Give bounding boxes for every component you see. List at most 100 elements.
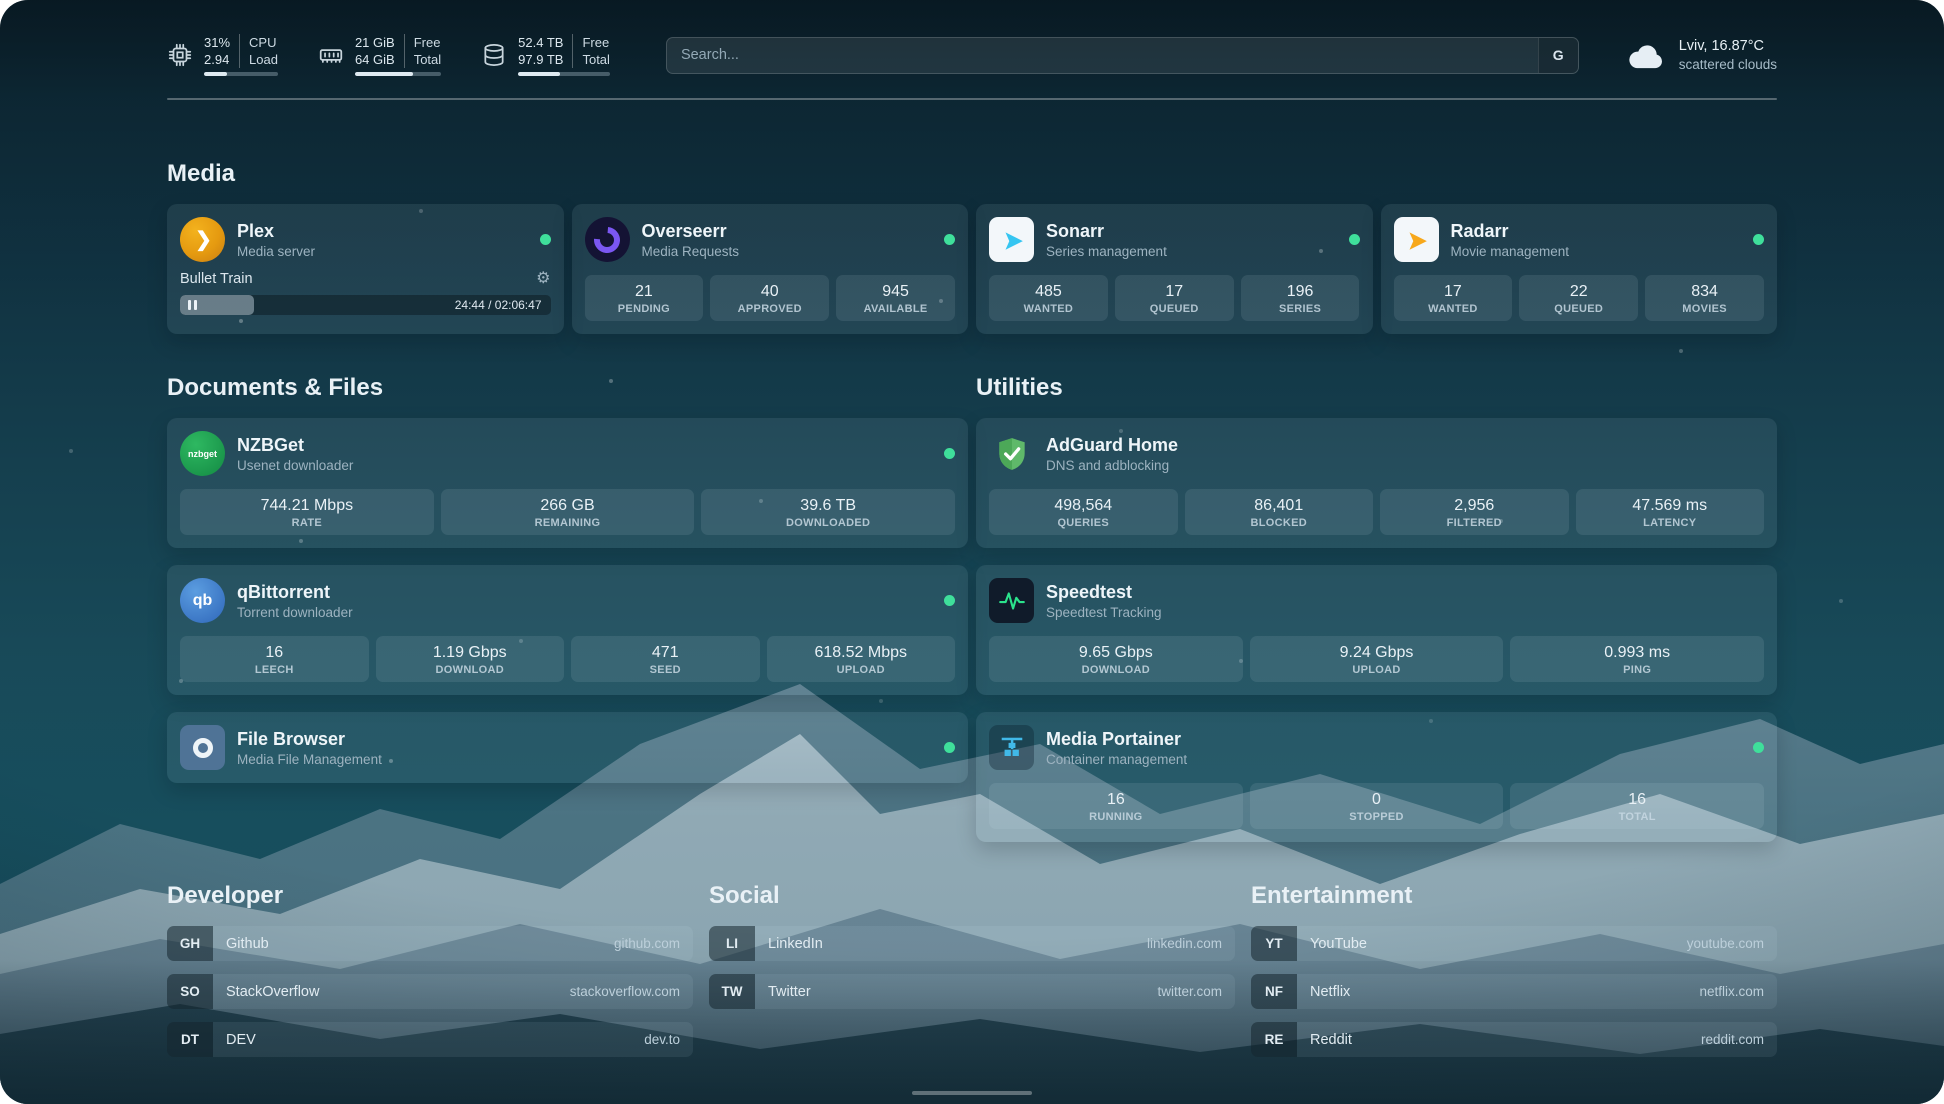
stat-block: 16TOTAL: [1510, 783, 1764, 829]
bookmark-name: Netflix: [1297, 974, 1350, 1009]
header-divider: [167, 98, 1777, 100]
service-name: Media Portainer: [1046, 728, 1187, 750]
service-card-filebrowser[interactable]: File Browser Media File Management: [167, 712, 968, 783]
bookmark-name: Github: [213, 926, 269, 961]
bookmark-name: StackOverflow: [213, 974, 319, 1009]
search-provider-button[interactable]: G: [1538, 38, 1578, 73]
stat-block: 0.993 msPING: [1510, 636, 1764, 682]
social-column: Social LI LinkedIn linkedin.com TW Twitt…: [709, 882, 1235, 1057]
plex-icon: ❯: [180, 217, 225, 262]
section-title-developer: Developer: [167, 882, 693, 910]
service-card-adguard[interactable]: AdGuard Home DNS and adblocking 498,564Q…: [976, 418, 1777, 548]
bookmark-name: DEV: [213, 1022, 256, 1057]
stats-row: 498,564QUERIES 86,401BLOCKED 2,956FILTER…: [989, 489, 1764, 535]
resource-memory: 21 GiB 64 GiB Free Total: [318, 34, 441, 76]
bookmark-url: github.com: [614, 926, 693, 961]
disk-total-label: Total: [582, 51, 609, 68]
disk-icon: [481, 42, 507, 68]
stat-block: 22QUEUED: [1519, 275, 1638, 321]
status-dot: [944, 234, 955, 245]
service-card-speedtest[interactable]: Speedtest Speedtest Tracking 9.65 GbpsDO…: [976, 565, 1777, 695]
service-name: Overseerr: [642, 220, 740, 242]
bookmark-url: netflix.com: [1699, 974, 1777, 1009]
stat-block: 21PENDING: [585, 275, 704, 321]
documents-column: Documents & Files nzbget NZBGet Usenet d…: [167, 374, 968, 783]
service-name: AdGuard Home: [1046, 434, 1178, 456]
resource-disk: 52.4 TB 97.9 TB Free Total: [481, 34, 610, 76]
status-dot: [1753, 234, 1764, 245]
cpu-progress-bar: [204, 72, 278, 76]
service-name: Radarr: [1451, 220, 1570, 242]
bookmark-abbr: YT: [1251, 926, 1297, 961]
memory-free-value: 21 GiB: [355, 34, 395, 51]
pause-icon[interactable]: [188, 300, 197, 310]
status-dot: [540, 234, 551, 245]
section-title-media: Media: [167, 160, 1777, 188]
now-playing-time: 24:44 / 02:06:47: [455, 298, 551, 312]
stats-row: 16RUNNING 0STOPPED 16TOTAL: [989, 783, 1764, 829]
dashboard-content: 31% 2.94 CPU Load: [167, 0, 1777, 1057]
service-card-radarr[interactable]: Radarr Movie management 17WANTED 22QUEUE…: [1381, 204, 1778, 334]
resource-cpu: 31% 2.94 CPU Load: [167, 34, 278, 76]
cpu-icon: [167, 42, 193, 68]
search-bar: G: [666, 37, 1579, 74]
stats-row: 17WANTED 22QUEUED 834MOVIES: [1394, 275, 1765, 321]
service-name: Plex: [237, 220, 315, 242]
bookmark-url: dev.to: [644, 1022, 693, 1057]
bookmark-linkedin[interactable]: LI LinkedIn linkedin.com: [709, 926, 1235, 961]
service-name: Sonarr: [1046, 220, 1167, 242]
stat-block: 16LEECH: [180, 636, 369, 682]
memory-progress-bar: [355, 72, 441, 76]
stat-block: 9.65 GbpsDOWNLOAD: [989, 636, 1243, 682]
service-desc: Torrent downloader: [237, 604, 353, 621]
bookmark-twitter[interactable]: TW Twitter twitter.com: [709, 974, 1235, 1009]
nzbget-icon: nzbget: [180, 431, 225, 476]
status-dot: [1349, 234, 1360, 245]
stats-row: 21PENDING 40APPROVED 945AVAILABLE: [585, 275, 956, 321]
stat-block: 39.6 TBDOWNLOADED: [701, 489, 955, 535]
stat-block: 47.569 msLATENCY: [1576, 489, 1765, 535]
bookmark-name: LinkedIn: [755, 926, 823, 961]
status-dot: [944, 595, 955, 606]
service-card-portainer[interactable]: Media Portainer Container management 16R…: [976, 712, 1777, 842]
stat-block: 744.21 MbpsRATE: [180, 489, 434, 535]
service-card-nzbget[interactable]: nzbget NZBGet Usenet downloader 744.21 M…: [167, 418, 968, 548]
stat-block: 0STOPPED: [1250, 783, 1504, 829]
bookmark-netflix[interactable]: NF Netflix netflix.com: [1251, 974, 1777, 1009]
bookmark-name: Twitter: [755, 974, 811, 1009]
service-card-qbittorrent[interactable]: qb qBittorrent Torrent downloader 16LEEC…: [167, 565, 968, 695]
resource-widgets: 31% 2.94 CPU Load: [167, 34, 610, 76]
service-desc: Container management: [1046, 751, 1187, 768]
qbittorrent-icon: qb: [180, 578, 225, 623]
service-desc: Series management: [1046, 243, 1167, 260]
playback-progress-bar: 24:44 / 02:06:47: [180, 295, 551, 315]
bookmark-abbr: SO: [167, 974, 213, 1009]
stat-block: 86,401BLOCKED: [1185, 489, 1374, 535]
bookmark-youtube[interactable]: YT YouTube youtube.com: [1251, 926, 1777, 961]
cloud-icon: [1625, 39, 1667, 71]
service-name: NZBGet: [237, 434, 353, 456]
search-input[interactable]: [667, 38, 1538, 73]
stat-block: 834MOVIES: [1645, 275, 1764, 321]
radarr-icon: [1394, 217, 1439, 262]
cpu-usage-label: CPU: [249, 34, 278, 51]
utilities-column: Utilities AdGu: [976, 374, 1777, 842]
bookmark-stackoverflow[interactable]: SO StackOverflow stackoverflow.com: [167, 974, 693, 1009]
service-name: File Browser: [237, 728, 382, 750]
stat-block: 498,564QUERIES: [989, 489, 1178, 535]
bookmark-github[interactable]: GH Github github.com: [167, 926, 693, 961]
service-name: Speedtest: [1046, 581, 1162, 603]
service-card-sonarr[interactable]: Sonarr Series management 485WANTED 17QUE…: [976, 204, 1373, 334]
gear-icon[interactable]: ⚙: [536, 271, 550, 287]
bookmark-reddit[interactable]: RE Reddit reddit.com: [1251, 1022, 1777, 1057]
disk-total-value: 97.9 TB: [518, 51, 563, 68]
bookmark-abbr: RE: [1251, 1022, 1297, 1057]
bookmark-dev[interactable]: DT DEV dev.to: [167, 1022, 693, 1057]
bookmark-url: linkedin.com: [1147, 926, 1235, 961]
service-card-plex[interactable]: ❯ Plex Media server Bullet Train ⚙ 24:44…: [167, 204, 564, 334]
service-card-overseerr[interactable]: Overseerr Media Requests 21PENDING 40APP…: [572, 204, 969, 334]
entertainment-column: Entertainment YT YouTube youtube.com NF …: [1251, 882, 1777, 1057]
memory-total-value: 64 GiB: [355, 51, 395, 68]
service-desc: DNS and adblocking: [1046, 457, 1178, 474]
adguard-icon: [989, 431, 1034, 476]
